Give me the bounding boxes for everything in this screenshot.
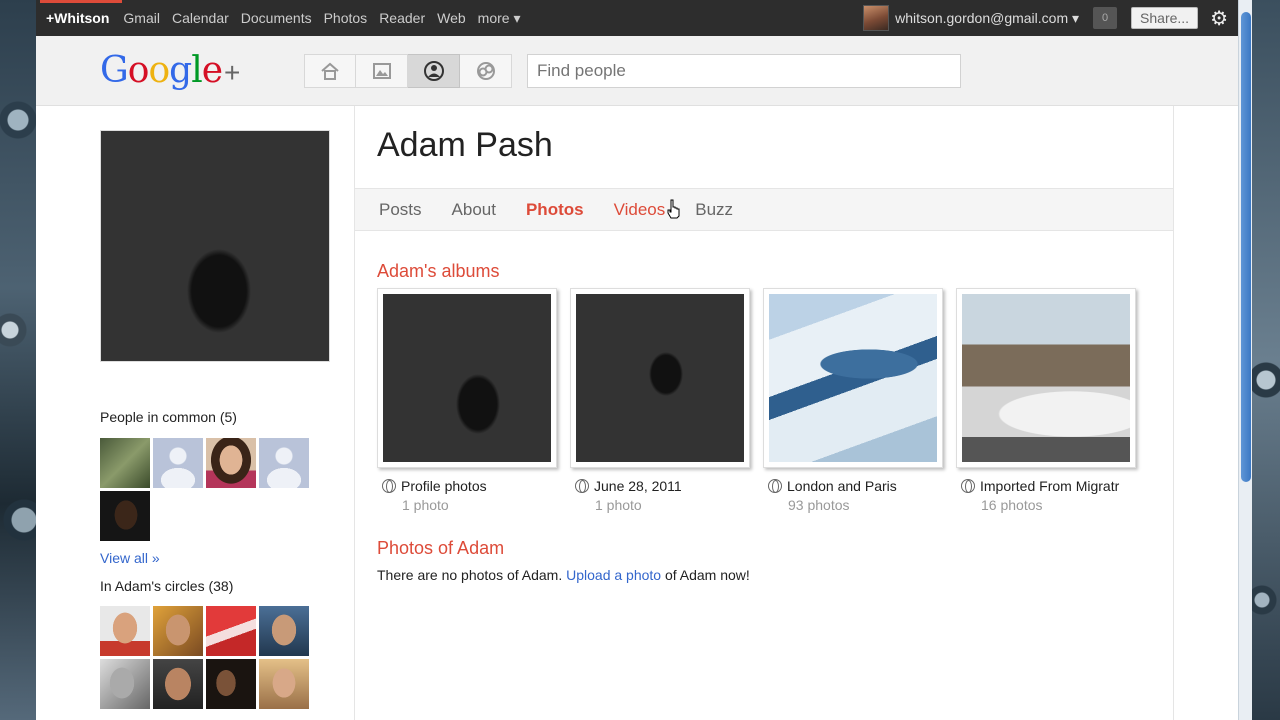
album-card[interactable]: London and Paris 93 photos <box>763 288 956 513</box>
album-name[interactable]: London and Paris <box>787 478 897 494</box>
album-photo-count: 1 photo <box>595 497 642 513</box>
photos-icon[interactable] <box>356 54 408 88</box>
album-photo-count: 1 photo <box>402 497 449 513</box>
google-plus-logo[interactable]: Google+ <box>100 50 240 91</box>
gbar-item-calendar[interactable]: Calendar <box>166 0 235 36</box>
google-bar: +Whitson Gmail Calendar Documents Photos… <box>36 0 1238 36</box>
profile-tabs: Posts About Photos Videos Buzz <box>355 188 1173 231</box>
in-circles-grid <box>100 606 309 709</box>
globe-icon <box>961 479 975 493</box>
in-circles-heading: In Adam's circles (38) <box>100 578 234 594</box>
gbar-item-photos[interactable]: Photos <box>318 0 374 36</box>
album-cover[interactable] <box>956 288 1136 468</box>
circles-icon[interactable] <box>460 54 512 88</box>
tab-photos[interactable]: Photos <box>526 200 584 220</box>
person-thumbnail[interactable] <box>259 659 309 709</box>
home-icon[interactable] <box>304 54 356 88</box>
album-name[interactable]: Imported From Migratr <box>980 478 1119 494</box>
album-name[interactable]: Profile photos <box>401 478 487 494</box>
album-photo-count: 16 photos <box>981 497 1043 513</box>
gbar-item-profile[interactable]: +Whitson <box>36 0 117 36</box>
gbar-item-web[interactable]: Web <box>431 0 472 36</box>
album-name[interactable]: June 28, 2011 <box>594 478 682 494</box>
album-cover-image <box>383 294 551 462</box>
desktop-background-left <box>0 0 36 720</box>
globe-icon <box>575 479 589 493</box>
person-thumbnail[interactable] <box>259 606 309 656</box>
people-in-common-grid <box>100 438 309 541</box>
scrollbar-thumb[interactable] <box>1241 12 1251 482</box>
active-item-accent <box>40 0 122 3</box>
person-thumbnail[interactable] <box>206 438 256 488</box>
albums-list: Profile photos 1 photo June 28, 2011 1 p… <box>377 288 1149 513</box>
main-nav-icons <box>304 54 512 88</box>
gbar-item-documents[interactable]: Documents <box>235 0 318 36</box>
tab-posts[interactable]: Posts <box>379 200 422 220</box>
browser-viewport: +Whitson Gmail Calendar Documents Photos… <box>36 0 1238 720</box>
person-thumbnail[interactable] <box>100 491 150 541</box>
album-photo-count: 93 photos <box>788 497 850 513</box>
album-cover[interactable] <box>377 288 557 468</box>
album-cover[interactable] <box>763 288 943 468</box>
gbar-item-gmail[interactable]: Gmail <box>117 0 166 36</box>
person-thumbnail[interactable] <box>100 438 150 488</box>
album-card[interactable]: June 28, 2011 1 photo <box>570 288 763 513</box>
album-cover-image <box>769 294 937 462</box>
hand-cursor-icon <box>667 199 680 219</box>
person-thumbnail[interactable] <box>206 606 256 656</box>
find-people-input[interactable] <box>527 54 961 88</box>
gbar-item-reader[interactable]: Reader <box>373 0 431 36</box>
people-in-common-heading: People in common (5) <box>100 409 237 425</box>
album-card[interactable]: Profile photos 1 photo <box>377 288 570 513</box>
album-cover[interactable] <box>570 288 750 468</box>
album-cover-image <box>962 294 1130 462</box>
profile-main: Adam Pash Posts About Photos Videos Buzz… <box>354 106 1174 720</box>
globe-icon <box>768 479 782 493</box>
profile-icon[interactable] <box>408 54 460 88</box>
profile-name: Adam Pash <box>377 126 553 164</box>
profile-photo[interactable] <box>100 130 330 362</box>
account-email-menu[interactable]: whitson.gordon@gmail.com ▾ <box>895 10 1079 27</box>
desktop-background-right <box>1252 0 1280 720</box>
person-thumbnail-default[interactable] <box>259 438 309 488</box>
person-thumbnail[interactable] <box>100 606 150 656</box>
header: Google+ <box>36 36 1238 106</box>
vertical-scrollbar[interactable] <box>1238 0 1252 720</box>
globe-icon <box>382 479 396 493</box>
gear-icon[interactable]: ⚙ <box>1210 6 1228 31</box>
no-photos-message: There are no photos of Adam. Upload a ph… <box>377 567 750 583</box>
albums-heading: Adam's albums <box>377 261 500 281</box>
gbar-account-area: whitson.gordon@gmail.com ▾ 0 Share... ⚙ <box>863 0 1238 36</box>
album-cover-image <box>576 294 744 462</box>
person-thumbnail[interactable] <box>206 659 256 709</box>
tab-buzz[interactable]: Buzz <box>695 200 733 220</box>
person-thumbnail-default[interactable] <box>153 438 203 488</box>
gbar-item-more[interactable]: more ▾ <box>472 0 527 36</box>
album-card[interactable]: Imported From Migratr 16 photos <box>956 288 1149 513</box>
upload-photo-link[interactable]: Upload a photo <box>566 567 661 583</box>
person-thumbnail[interactable] <box>100 659 150 709</box>
person-thumbnail[interactable] <box>153 606 203 656</box>
person-thumbnail[interactable] <box>153 659 203 709</box>
view-all-link[interactable]: View all » <box>100 550 160 566</box>
tab-about[interactable]: About <box>452 200 496 220</box>
share-button[interactable]: Share... <box>1131 7 1199 29</box>
tab-videos[interactable]: Videos <box>614 200 666 220</box>
notification-count[interactable]: 0 <box>1093 7 1118 29</box>
account-avatar[interactable] <box>863 5 890 31</box>
photos-of-heading: Photos of Adam <box>377 538 505 558</box>
